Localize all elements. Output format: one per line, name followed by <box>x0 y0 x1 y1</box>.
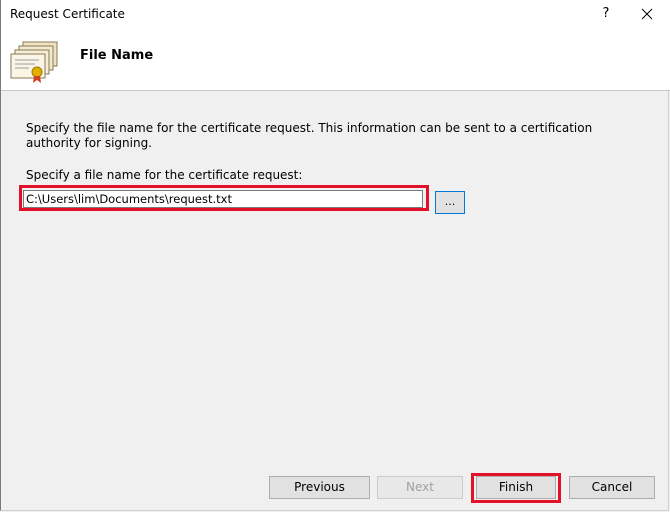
window-title: Request Certificate <box>10 7 125 21</box>
finish-button[interactable]: Finish <box>476 476 556 499</box>
filename-input[interactable]: C:\Users\lim\Documents\request.txt <box>23 190 423 208</box>
cancel-button[interactable]: Cancel <box>569 476 655 499</box>
wizard-header: File Name <box>1 30 670 91</box>
request-certificate-dialog: Request Certificate ? File Name Specify … <box>0 0 670 511</box>
help-button[interactable]: ? <box>593 2 619 26</box>
close-button[interactable] <box>631 2 663 26</box>
browse-button[interactable]: ... <box>435 191 465 214</box>
certificate-icon <box>10 41 58 83</box>
previous-button[interactable]: Previous <box>269 476 370 499</box>
filename-label: Specify a file name for the certificate … <box>26 168 303 182</box>
next-button[interactable]: Next <box>377 476 463 499</box>
page-heading: File Name <box>80 48 154 63</box>
wizard-footer: Previous Next Finish Cancel <box>1 465 670 511</box>
title-bar: Request Certificate ? <box>1 0 670 30</box>
wizard-content: Specify the file name for the certificat… <box>1 91 670 465</box>
close-icon <box>641 8 653 20</box>
description-text: Specify the file name for the certificat… <box>26 121 593 150</box>
